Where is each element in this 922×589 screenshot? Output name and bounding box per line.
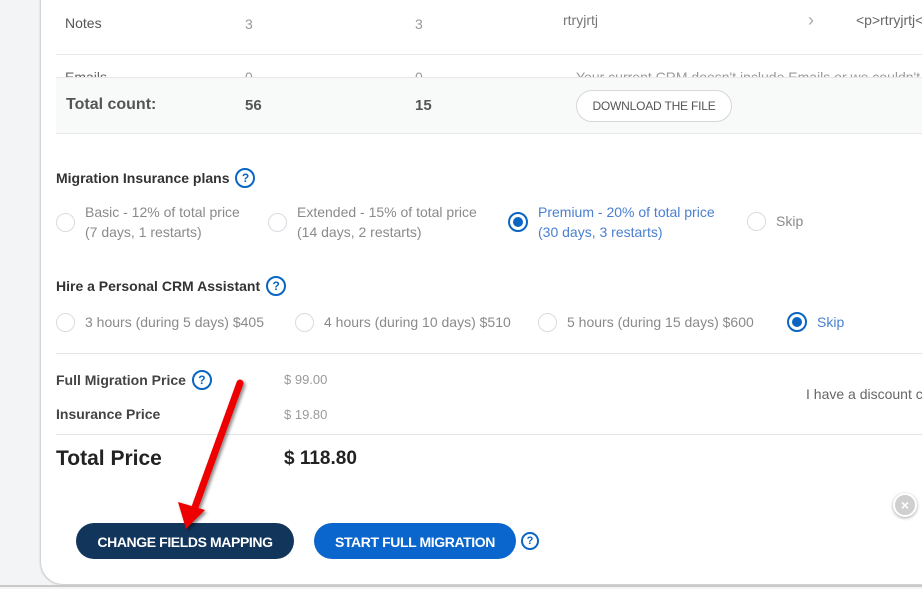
assistant-section-title: Hire a Personal CRM Assistant ? <box>56 276 287 296</box>
assistant-option-3h[interactable]: 3 hours (during 5 days) $405 <box>56 312 264 332</box>
table-row: Emails 0 0 Your current CRM doesn't incl… <box>56 55 922 77</box>
option-label: Basic - 12% of total price <box>85 204 240 220</box>
total-count-label: Total count: <box>66 96 157 113</box>
divider <box>56 353 922 354</box>
full-migration-price-value: $ 99.00 <box>284 372 328 387</box>
label-text: Full Migration Price <box>56 372 186 388</box>
insurance-price-value: $ 19.80 <box>284 407 328 422</box>
insurance-section-title: Migration Insurance plans ? <box>56 168 256 188</box>
assistant-option-4h[interactable]: 4 hours (during 10 days) $510 <box>295 312 511 332</box>
download-file-button[interactable]: DOWNLOAD THE FILE <box>576 90 732 122</box>
count-a: 0 <box>245 69 253 77</box>
start-full-migration-button[interactable]: START FULL MIGRATION <box>314 523 516 559</box>
assistant-title: Hire a Personal CRM Assistant <box>56 278 261 294</box>
change-fields-mapping-button[interactable]: CHANGE FIELDS MAPPING <box>76 523 294 559</box>
entity-name: Emails <box>65 69 108 77</box>
count-b: 0 <box>415 69 423 77</box>
option-label: 5 hours (during 15 days) $600 <box>567 314 754 330</box>
insurance-title: Migration Insurance plans <box>56 170 230 186</box>
radio-button-checked[interactable] <box>508 212 528 232</box>
option-label: 4 hours (during 10 days) $510 <box>324 314 511 330</box>
total-price-label: Total Price <box>56 447 162 470</box>
radio-button[interactable] <box>268 212 287 232</box>
count-a: 3 <box>245 16 253 32</box>
option-sublabel: (7 days, 1 restarts) <box>85 224 202 240</box>
count-b: 3 <box>415 16 423 32</box>
insurance-price-label: Insurance Price <box>56 406 161 422</box>
help-icon[interactable]: ? <box>266 276 287 296</box>
radio-button[interactable] <box>747 211 766 231</box>
option-label: Skip <box>817 314 845 330</box>
radio-button[interactable] <box>56 212 75 232</box>
discount-code-link[interactable]: I have a discount c <box>806 386 922 402</box>
help-icon[interactable]: ? <box>235 168 256 188</box>
radio-button[interactable] <box>295 312 314 332</box>
option-label: Skip <box>776 213 804 229</box>
option-label: 3 hours (during 5 days) $405 <box>85 314 264 330</box>
insurance-option-extended[interactable]: Extended - 15% of total price (14 days, … <box>268 202 477 242</box>
insurance-option-premium[interactable]: Premium - 20% of total price (30 days, 3… <box>508 202 715 242</box>
divider <box>56 434 922 435</box>
help-icon[interactable]: ? <box>521 532 539 550</box>
option-label: Premium - 20% of total price <box>538 204 715 220</box>
total-count-b: 15 <box>415 97 432 114</box>
option-sublabel: (14 days, 2 restarts) <box>297 224 422 240</box>
option-label: Extended - 15% of total price <box>297 204 477 220</box>
sample-value: rtryjrtj <box>563 12 598 28</box>
full-migration-price-label: Full Migration Price ? <box>56 370 212 390</box>
total-count-row: Total count: 56 15 DOWNLOAD THE FILE <box>56 77 922 134</box>
total-price-value: $ 118.80 <box>284 448 357 469</box>
radio-button[interactable] <box>56 312 75 332</box>
option-sublabel: (30 days, 3 restarts) <box>538 224 663 240</box>
close-icon[interactable]: × <box>893 493 917 517</box>
entity-name: Notes <box>65 15 102 31</box>
sample-preview: <p>rtryjrtj< <box>856 12 922 28</box>
insurance-option-skip[interactable]: Skip <box>747 211 803 231</box>
help-icon[interactable]: ? <box>191 370 212 390</box>
insurance-option-basic[interactable]: Basic - 12% of total price (7 days, 1 re… <box>56 202 240 242</box>
radio-button-checked[interactable] <box>787 312 807 332</box>
total-count-a: 56 <box>245 97 262 114</box>
bottom-divider <box>0 585 922 587</box>
chevron-right-icon[interactable]: › <box>808 10 814 31</box>
table-row: Notes 3 3 rtryjrtj › <p>rtryjrtj< <box>56 0 922 55</box>
assistant-option-5h[interactable]: 5 hours (during 15 days) $600 <box>538 312 754 332</box>
assistant-option-skip[interactable]: Skip <box>787 312 844 332</box>
sample-value: Your current CRM doesn't include Emails … <box>576 69 921 77</box>
radio-button[interactable] <box>538 312 557 332</box>
